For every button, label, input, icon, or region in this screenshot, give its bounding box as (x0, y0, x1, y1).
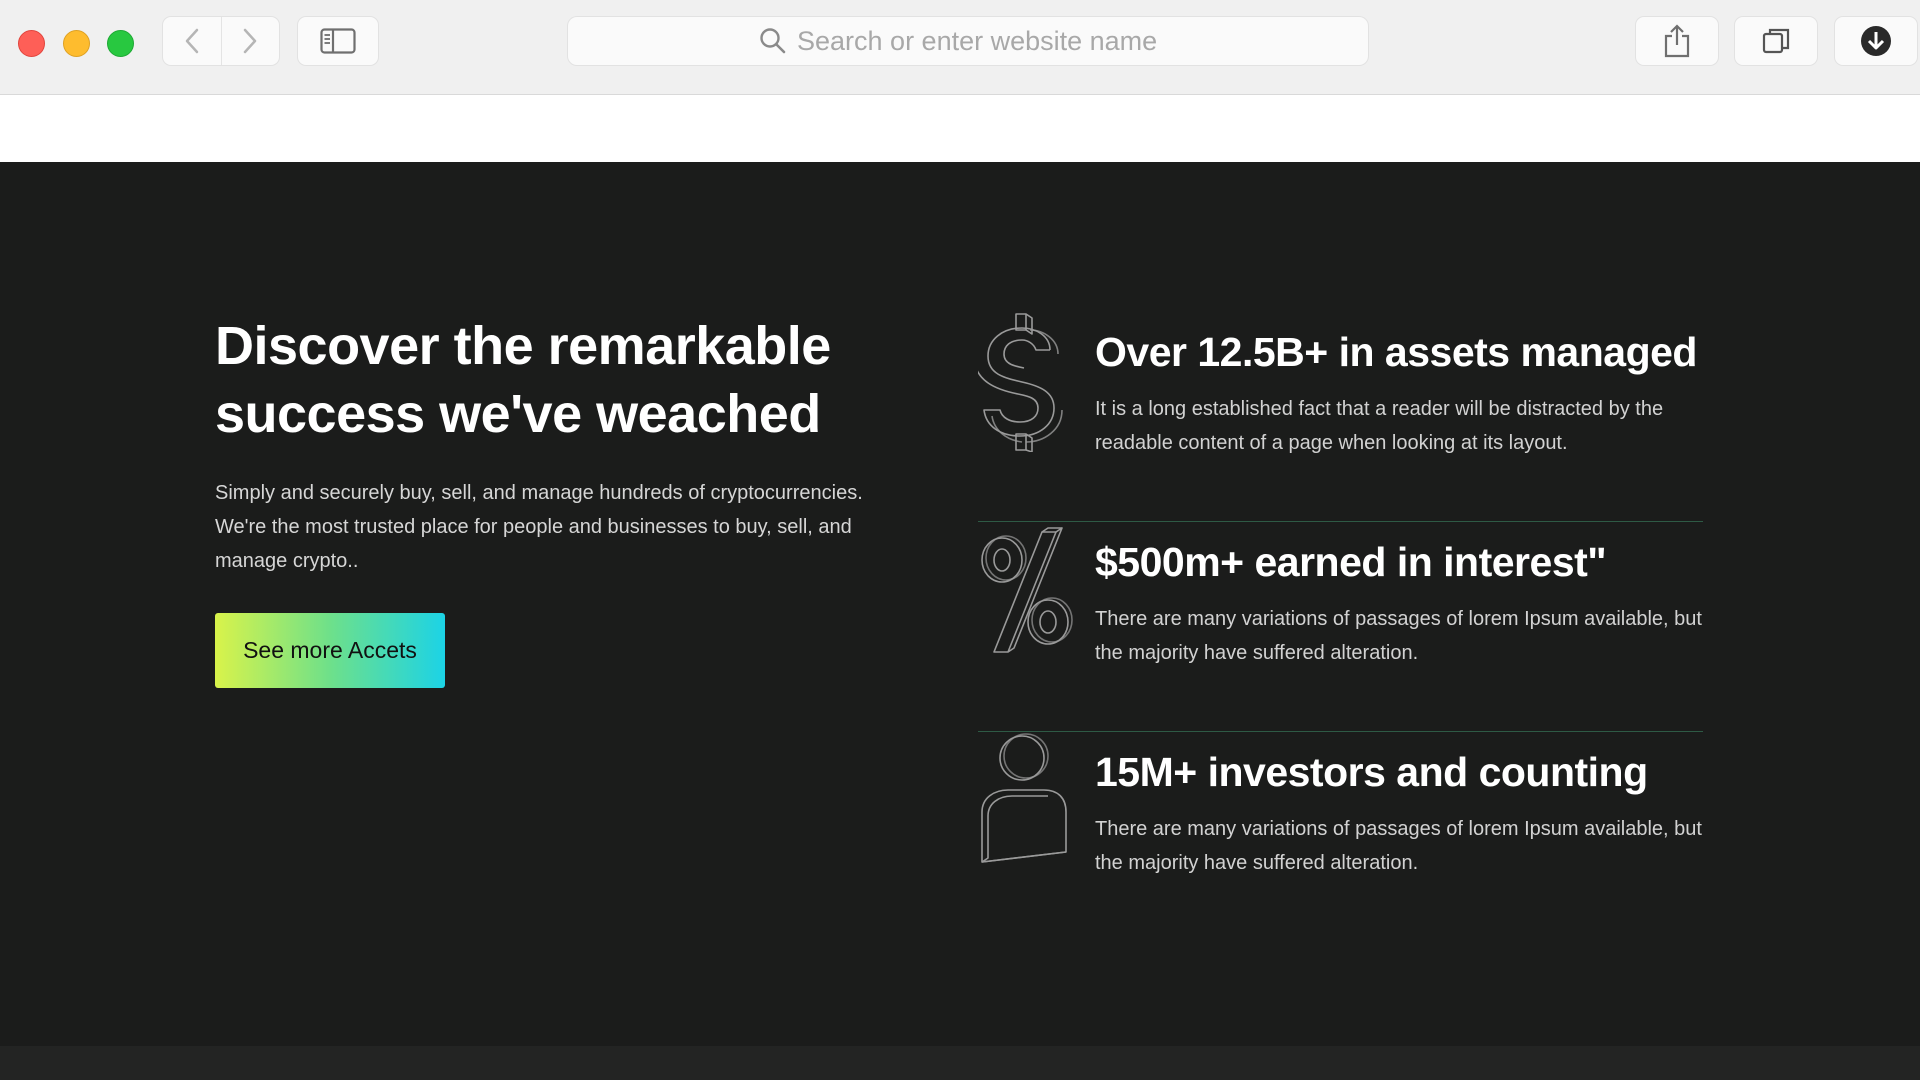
stat-text: Over 12.5B+ in assets managed It is a lo… (1095, 326, 1705, 460)
stat-title: Over 12.5B+ in assets managed (1095, 329, 1697, 375)
section-headline: Discover the remarkable success we've we… (215, 312, 915, 448)
close-window-button[interactable] (18, 30, 45, 57)
see-more-assets-button[interactable]: See more Accets (215, 613, 445, 688)
zoom-window-button[interactable] (107, 30, 134, 57)
user-icon (981, 733, 1067, 863)
search-icon (760, 28, 786, 54)
section-description: Simply and securely buy, sell, and manag… (215, 482, 863, 572)
stat-description: There are many variations of passages of… (1095, 818, 1702, 874)
stat-item: $500m+ earned in interest" There are man… (978, 522, 1703, 732)
navigation-buttons (163, 17, 279, 65)
stat-description: There are many variations of passages of… (1095, 608, 1702, 664)
share-icon (1664, 24, 1690, 58)
sidebar-toggle-button[interactable] (298, 17, 378, 65)
headline-line-2: success we've weached (215, 384, 821, 444)
stat-title: $500m+ earned in interest" (1095, 539, 1607, 585)
back-icon (185, 28, 198, 54)
dollar-icon (978, 313, 1063, 452)
tabs-icon (1762, 28, 1790, 54)
stat-title: 15M+ investors and counting (1095, 749, 1648, 795)
back-button[interactable] (163, 17, 221, 65)
success-section: Discover the remarkable success we've we… (0, 162, 1920, 1046)
stat-text: $500m+ earned in interest" There are man… (1095, 536, 1705, 670)
forward-button[interactable] (220, 17, 280, 65)
stats-list: Over 12.5B+ in assets managed It is a lo… (978, 312, 1703, 942)
page-header-strip (0, 95, 1920, 162)
stat-item: 15M+ investors and counting There are ma… (978, 732, 1703, 942)
stat-text: 15M+ investors and counting There are ma… (1095, 746, 1705, 880)
minimize-window-button[interactable] (63, 30, 90, 57)
download-icon (1861, 26, 1891, 56)
hero-column: Discover the remarkable success we've we… (215, 312, 915, 688)
footer-strip (0, 1046, 1920, 1080)
forward-icon (244, 28, 257, 54)
browser-toolbar (0, 0, 1920, 95)
headline-line-1: Discover the remarkable (215, 316, 831, 376)
sidebar-icon (320, 28, 356, 54)
share-button[interactable] (1636, 17, 1718, 65)
stat-description: It is a long established fact that a rea… (1095, 398, 1664, 454)
percent-icon (981, 527, 1073, 653)
address-input[interactable] (797, 25, 1177, 57)
address-bar[interactable] (568, 17, 1368, 65)
downloads-button[interactable] (1835, 17, 1917, 65)
tabs-overview-button[interactable] (1735, 17, 1817, 65)
stat-item: Over 12.5B+ in assets managed It is a lo… (978, 312, 1703, 522)
